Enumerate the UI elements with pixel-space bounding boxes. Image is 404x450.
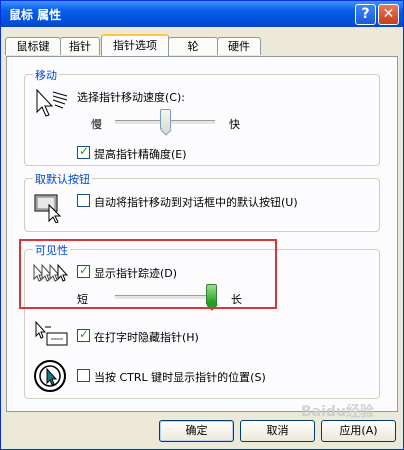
highlight-annotation-box [19, 239, 277, 309]
motion-group-title: 移动 [33, 67, 59, 83]
baidu-watermark: Baidu经验 [301, 404, 374, 420]
mouse-properties-window: 鼠标 属性 ? ✕ 鼠标键 指针 指针选项 轮 硬件 移动 选择指针移动速度(C… [0, 0, 404, 450]
tab-pointers[interactable]: 指针 [60, 37, 100, 55]
slow-label: 慢 [91, 118, 102, 131]
ok-button[interactable]: 确定 [159, 420, 234, 442]
ctrl-locate-pointer-icon [34, 360, 66, 392]
window-title: 鼠标 属性 [9, 8, 62, 22]
snap-to-default-icon [34, 194, 62, 223]
tab-pointer-options[interactable]: 指针选项 [101, 34, 169, 56]
ctrl-locate-label: 当按 CTRL 键时显示指针的位置(S) [94, 371, 266, 384]
help-button[interactable]: ? [355, 4, 376, 25]
snap-to-group-title: 取默认按钮 [33, 171, 92, 187]
snap-to-checkbox[interactable] [77, 194, 90, 207]
fast-label: 快 [229, 118, 240, 131]
ctrl-locate-checkbox[interactable] [77, 369, 90, 382]
pointer-speed-icon [36, 88, 68, 117]
precision-label: 提高指针精确度(E) [94, 148, 187, 161]
hide-while-typing-label: 在打字时隐藏指针(H) [94, 331, 199, 344]
apply-button[interactable]: 应用(A) [321, 420, 396, 442]
hide-while-typing-checkbox[interactable] [77, 327, 90, 342]
tab-hardware[interactable]: 硬件 [217, 37, 261, 55]
hide-pointer-typing-icon [35, 320, 68, 346]
precision-checkbox[interactable] [77, 144, 90, 159]
speed-label: 选择指针移动速度(C): [77, 91, 185, 104]
tab-buttons[interactable]: 鼠标键 [5, 37, 61, 55]
close-button[interactable]: ✕ [378, 4, 399, 25]
title-bar[interactable]: 鼠标 属性 ? ✕ [1, 1, 403, 27]
tab-wheel[interactable]: 轮 [168, 37, 218, 55]
cancel-button[interactable]: 取消 [240, 420, 315, 442]
snap-to-label: 自动将指针移动到对话框中的默认按钮(U) [94, 196, 298, 209]
speed-slider-thumb[interactable] [160, 109, 171, 129]
